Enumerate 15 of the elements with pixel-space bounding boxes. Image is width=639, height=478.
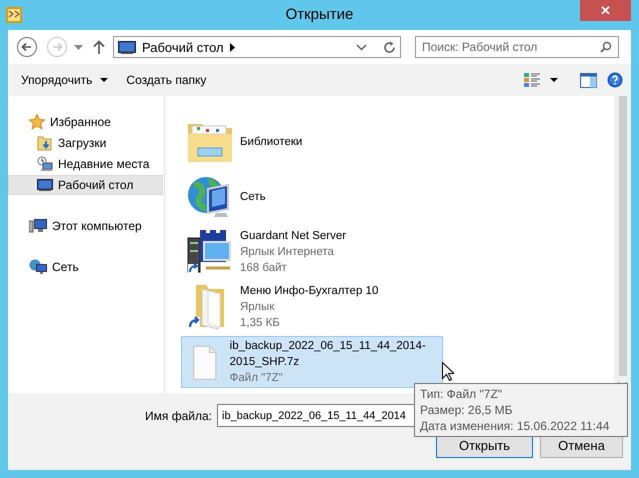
filename-label: Имя файла:: [145, 408, 212, 422]
file-detail: 168 байт: [240, 261, 287, 276]
file-name: Библиотеки: [240, 135, 302, 150]
file-detail: Файл "7Z": [230, 371, 283, 386]
file-name: ib_backup_2022_06_15_11_44_2014-2015_SHP.7z: [230, 339, 427, 370]
file-detail: Ярлык: [240, 300, 274, 315]
file-name: Guardant Net Server: [240, 229, 346, 244]
file-detail: 1,35 КБ: [240, 316, 280, 331]
tooltip-line: Дата изменения: 15.06.2022 11:44: [420, 418, 610, 434]
file-name: Сеть: [240, 190, 266, 205]
tooltip-line: Размер: 26,5 МБ: [420, 402, 514, 418]
file-detail: Ярлык Интернета: [240, 245, 334, 260]
window-title: Открытие: [286, 6, 354, 23]
file-name: Меню Инфо-Бухгалтер 10: [240, 284, 378, 299]
tooltip-line: Тип: Файл "7Z": [420, 386, 504, 402]
